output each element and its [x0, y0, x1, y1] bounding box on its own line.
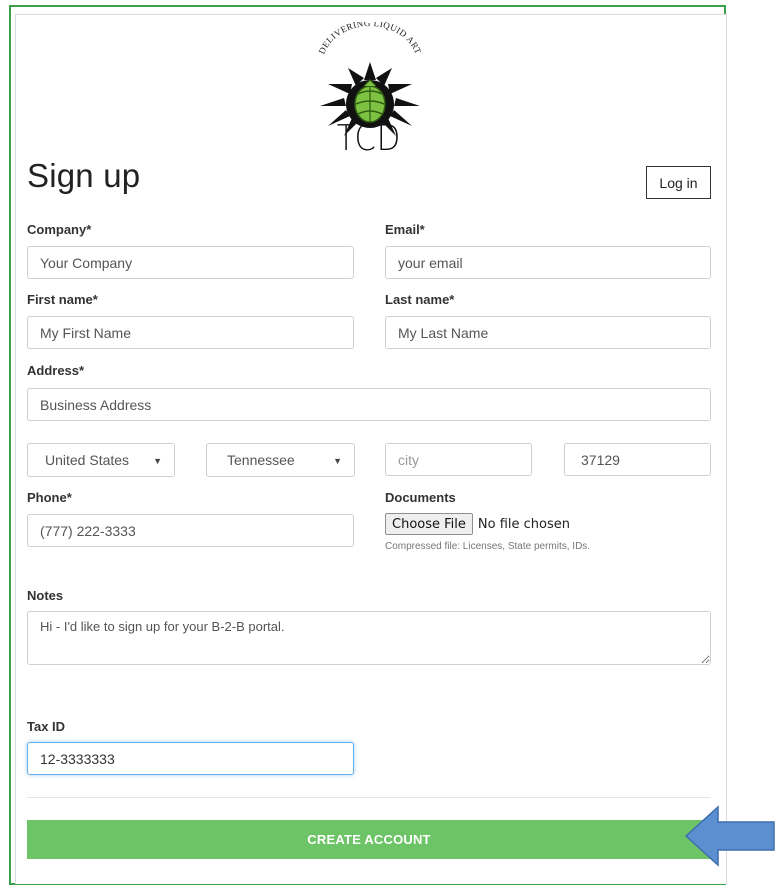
divider [27, 797, 711, 798]
last-name-label: Last name* [385, 292, 455, 307]
company-input[interactable] [27, 246, 354, 279]
first-name-input[interactable] [27, 316, 354, 349]
last-name-input[interactable] [385, 316, 711, 349]
email-input[interactable] [385, 246, 711, 279]
chevron-down-icon: ▼ [333, 456, 342, 466]
choose-file-button[interactable]: Choose File [385, 513, 473, 535]
documents-help-text: Compressed file: Licenses, State permits… [385, 541, 591, 552]
address-input[interactable] [27, 388, 711, 421]
documents-label: Documents [385, 490, 456, 505]
country-value: United States [45, 452, 130, 468]
city-input[interactable] [385, 443, 532, 476]
state-select[interactable]: Tennessee ▼ [206, 443, 355, 477]
logo-wordmark: TCD [336, 118, 402, 159]
file-status: No file chosen [477, 516, 570, 532]
phone-input[interactable] [27, 514, 354, 547]
first-name-label: First name* [27, 292, 98, 307]
company-label: Company* [27, 222, 92, 237]
tax-id-label: Tax ID [27, 719, 66, 734]
chevron-down-icon: ▼ [153, 456, 162, 466]
create-account-button[interactable]: CREATE ACCOUNT [27, 820, 711, 859]
notes-label: Notes [27, 588, 64, 603]
logo-tagline: DELIVERING LIQUID ART [317, 22, 424, 56]
notes-textarea[interactable]: Hi - I'd like to sign up for your B-2-B … [27, 611, 711, 665]
arrow-left-icon [684, 805, 775, 867]
login-button[interactable]: Log in [646, 166, 711, 199]
phone-label: Phone* [27, 490, 72, 505]
email-label: Email* [385, 222, 425, 237]
state-value: Tennessee [227, 452, 295, 468]
page-title: Sign up [27, 157, 141, 194]
country-select[interactable]: United States ▼ [27, 443, 175, 477]
tax-id-input[interactable] [27, 742, 354, 775]
file-upload: Choose File No file chosen [385, 513, 570, 535]
address-label: Address* [27, 363, 85, 378]
zip-input[interactable] [564, 443, 711, 476]
